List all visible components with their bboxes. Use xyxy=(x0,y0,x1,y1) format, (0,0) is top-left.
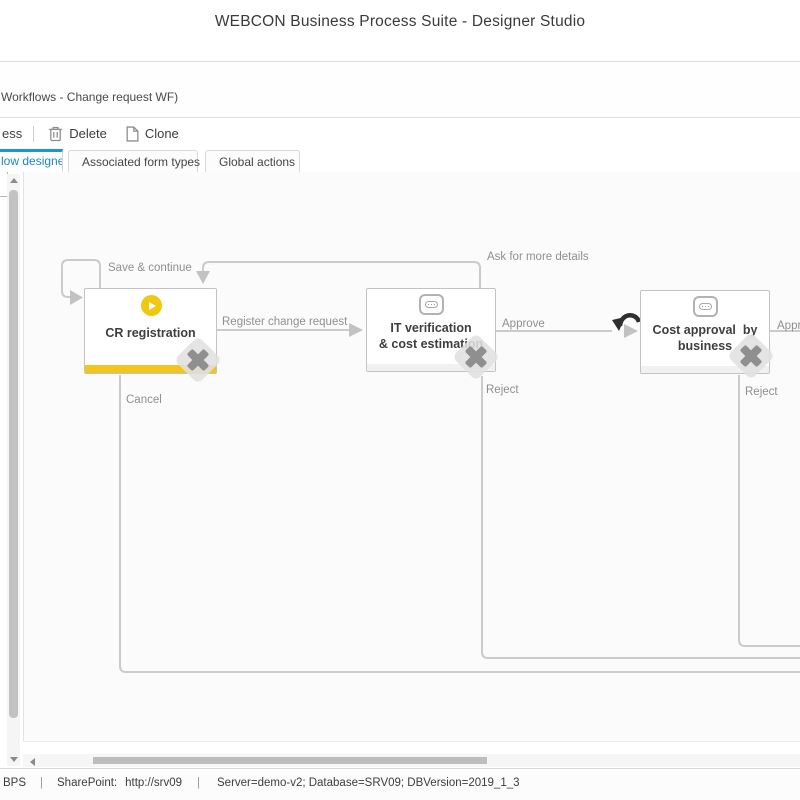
transition-label-register[interactable]: Register change request xyxy=(222,316,347,328)
intermediate-step-icon xyxy=(693,296,718,317)
status-sharepoint-label: SharePoint: xyxy=(57,777,117,789)
clone-button-label: Clone xyxy=(145,126,179,141)
toolbar-truncated-item[interactable]: ess xyxy=(2,126,22,141)
tab-label: Associated form types xyxy=(82,155,200,169)
tab-associated-form-types[interactable]: Associated form types xyxy=(68,150,198,172)
status-db-name: BPS xyxy=(3,777,26,789)
delete-trash-icon xyxy=(48,126,63,142)
toolbar: ess Delete Clone xyxy=(0,118,800,149)
toolbar-separator xyxy=(33,126,34,142)
transition-label-reject-it[interactable]: Reject xyxy=(486,384,519,396)
tab-label: low designer xyxy=(1,154,63,168)
designer-studio-window: { "window": { "title": "WEBCON Business … xyxy=(0,0,800,800)
scroll-down-icon[interactable] xyxy=(7,753,20,766)
tab-workflow-designer[interactable]: low designer xyxy=(0,149,63,172)
clone-document-icon xyxy=(126,126,139,142)
tab-global-actions[interactable]: Global actions xyxy=(205,150,300,172)
title-bar: WEBCON Business Process Suite - Designer… xyxy=(0,0,800,62)
transition-label-reject-business[interactable]: Reject xyxy=(745,386,778,398)
status-server-info: Server=demo-v2; Database=SRV09; DBVersio… xyxy=(217,777,520,789)
transition-label-approve-it[interactable]: Approve xyxy=(502,318,545,330)
clone-button[interactable]: Clone xyxy=(121,123,184,145)
horizontal-scrollbar-thumb[interactable] xyxy=(93,757,487,764)
transition-label-ask-details[interactable]: Ask for more details xyxy=(487,251,589,263)
transition-label-cancel[interactable]: Cancel xyxy=(126,394,162,406)
status-bar: BPS | SharePoint: http://srv09 | Server=… xyxy=(0,768,800,800)
start-play-icon xyxy=(141,295,162,316)
breadcrumb: Workflows - Change request WF) xyxy=(1,90,178,104)
vertical-scrollbar-thumb[interactable] xyxy=(9,190,18,718)
tab-label: Global actions xyxy=(219,155,295,169)
transition-label-save-continue[interactable]: Save & continue xyxy=(108,262,192,274)
status-separator: | xyxy=(40,777,43,789)
delete-button[interactable]: Delete xyxy=(43,123,112,145)
status-separator: | xyxy=(197,777,200,789)
delete-button-label: Delete xyxy=(69,126,107,141)
canvas-bottom-divider xyxy=(23,741,800,742)
scroll-up-icon[interactable] xyxy=(7,174,20,187)
workflow-canvas[interactable] xyxy=(23,172,800,741)
status-sharepoint-url: http://srv09 xyxy=(125,777,182,789)
transition-label-approve-business[interactable]: Approve xyxy=(777,320,800,332)
window-title: WEBCON Business Process Suite - Designer… xyxy=(0,0,800,31)
tab-bar: low designer Associated form types Globa… xyxy=(0,149,800,172)
scroll-left-icon[interactable] xyxy=(26,755,39,768)
intermediate-step-icon xyxy=(419,294,444,315)
breadcrumb-bar: Workflows - Change request WF) xyxy=(0,62,800,118)
